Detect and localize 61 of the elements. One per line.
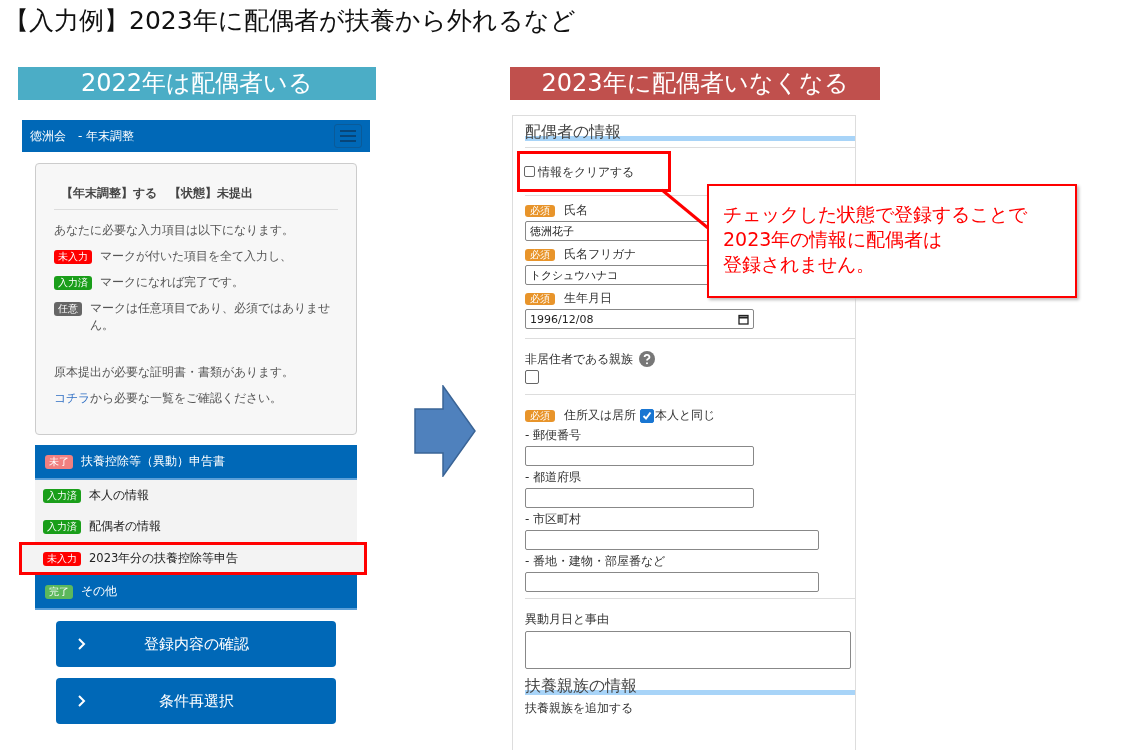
field-label: 必須 住所又は居所: [525, 407, 636, 424]
calendar-icon[interactable]: [738, 313, 749, 325]
add-dependent-text[interactable]: 扶養親族を追加する: [525, 700, 855, 717]
legend-text: マークになれば完了です。: [100, 274, 244, 291]
section-title: その他: [81, 583, 117, 600]
text-field[interactable]: [525, 446, 754, 466]
caption-banner: 2023年に配偶者いなくなる: [510, 67, 880, 100]
link-sentence: コチラから必要な一覧をご確認ください。: [54, 390, 283, 407]
section-heading: 扶養親族の情報: [525, 677, 855, 695]
field-label: - 都道府県: [525, 469, 582, 486]
menu-icon[interactable]: [334, 124, 362, 148]
field-label: 非居住者である親族: [525, 351, 855, 368]
section-header[interactable]: 完了 その他: [35, 575, 357, 610]
date-field[interactable]: 1996/12/08: [525, 309, 754, 329]
slide-title: 【入力例】2023年に配偶者が扶養から外れるなど: [4, 5, 576, 37]
checkbox[interactable]: [640, 408, 654, 423]
status-badge: 未入力: [43, 551, 81, 566]
status-badge: 入力済: [54, 276, 92, 290]
field-label: 必須 氏名: [525, 202, 588, 219]
field-label: - 郵便番号: [525, 427, 582, 444]
form-item[interactable]: 入力済 本人の情報: [35, 480, 357, 511]
text-field[interactable]: [525, 488, 754, 508]
help-icon[interactable]: [639, 351, 655, 367]
clear-checkbox[interactable]: 情報をクリアする: [524, 154, 634, 189]
app-title: 徳洲会 - 年末調整: [30, 127, 135, 145]
intro-text: あなたに必要な入力項目は以下になります。: [54, 222, 295, 239]
note-text: 原本提出が必要な証明書・書類があります。: [54, 364, 295, 381]
field-label: 必須 生年月日: [525, 290, 612, 307]
status-badge: 入力済: [43, 488, 81, 503]
status-badge: 未入力: [54, 250, 92, 264]
form-item[interactable]: 未入力 2023年分の扶養控除等申告: [22, 545, 364, 572]
right-arrow-icon: [414, 385, 476, 477]
status-text: 【年末調整】する 【状態】未提出: [54, 186, 338, 210]
text-area[interactable]: [525, 631, 851, 669]
caption-banner: 2022年は配偶者いる: [18, 67, 376, 100]
nav-button[interactable]: 条件再選択: [56, 678, 336, 724]
item-label: 2023年分の扶養控除等申告: [89, 551, 239, 566]
field-label: - 市区町村: [525, 511, 582, 528]
checkbox[interactable]: [525, 370, 539, 384]
text-field[interactable]: [525, 572, 819, 592]
legend-text: マークが付いた項目を全て入力し、: [100, 248, 292, 265]
text-field[interactable]: [525, 530, 819, 550]
chevron-icon: [78, 638, 86, 650]
status-badge: 入力済: [43, 519, 81, 534]
item-label: 配偶者の情報: [89, 519, 161, 534]
chevron-icon: [78, 695, 86, 707]
legend-text: マークは任意項目であり、必須ではありません。: [90, 300, 331, 334]
status-badge: 未了: [45, 454, 73, 469]
section-header[interactable]: 未了 扶養控除等（異動）申告書: [35, 445, 357, 480]
status-badge: 完了: [45, 584, 73, 599]
item-label: 本人の情報: [89, 488, 149, 503]
section-heading: 配偶者の情報: [525, 123, 855, 141]
checkbox-label: 本人と同じ: [655, 407, 715, 424]
section-title: 扶養控除等（異動）申告書: [81, 453, 225, 470]
field-label: 異動月日と事由: [525, 611, 610, 628]
status-badge: 任意: [54, 302, 82, 316]
list-link[interactable]: コチラ: [54, 391, 90, 405]
nav-button[interactable]: 登録内容の確認: [56, 621, 336, 667]
field-label: - 番地・建物・部屋番など: [525, 553, 666, 570]
field-label: 必須 氏名フリガナ: [525, 246, 636, 263]
form-item[interactable]: 入力済 配偶者の情報: [35, 511, 357, 542]
